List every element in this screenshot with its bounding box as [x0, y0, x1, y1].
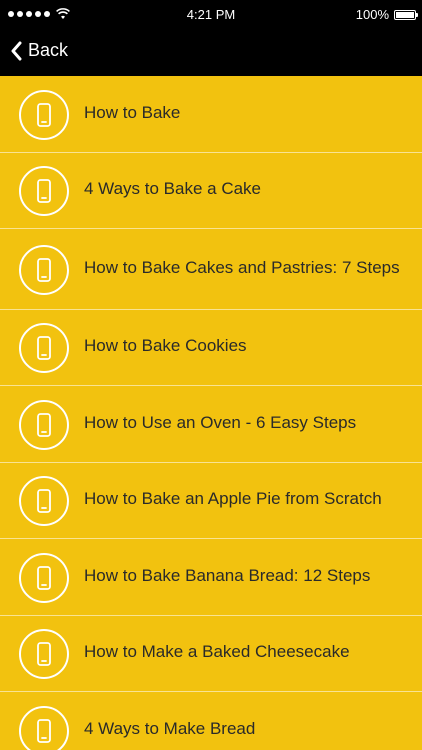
phone-icon: [19, 629, 69, 679]
list-item[interactable]: 4 Ways to Bake a Cake: [0, 153, 422, 229]
chevron-left-icon: [11, 41, 22, 60]
phone-icon: [19, 400, 69, 450]
list-item[interactable]: 4 Ways to Make Bread: [0, 692, 422, 750]
phone-icon: [19, 706, 69, 750]
list-item-label: How to Bake an Apple Pie from Scratch: [84, 489, 382, 508]
list-item[interactable]: How to Bake Cookies: [0, 310, 422, 386]
app-screen: 4:21 PM 100% Back How to Bake 4 Ways to B…: [0, 0, 422, 750]
list-item[interactable]: How to Use an Oven - 6 Easy Steps: [0, 386, 422, 463]
list-item-label: 4 Ways to Make Bread: [84, 719, 256, 738]
article-list: How to Bake 4 Ways to Bake a Cake How to B…: [0, 76, 422, 750]
back-button[interactable]: Back: [10, 40, 68, 61]
list-item-label: 4 Ways to Bake a Cake: [84, 179, 262, 198]
back-label: Back: [28, 40, 69, 60]
list-item[interactable]: How to Bake Cakes and Pastries: 7 Steps: [0, 229, 422, 310]
list-item-label: How to Make a Baked Cheesecake: [84, 642, 350, 661]
phone-icon: [19, 323, 69, 373]
phone-icon: [19, 245, 69, 295]
battery-icon: [394, 9, 418, 20]
battery-group: 100%: [355, 7, 418, 22]
status-bar: 4:21 PM 100%: [0, 0, 422, 30]
list-item-label: How to Use an Oven - 6 Easy Steps: [84, 413, 357, 432]
phone-icon: [19, 166, 69, 216]
phone-icon: [19, 90, 69, 140]
battery-percent: 100%: [355, 7, 389, 22]
list-item-label: How to Bake Cookies: [84, 336, 247, 355]
list-item[interactable]: How to Bake Banana Bread: 12 Steps: [0, 539, 422, 616]
phone-icon: [19, 553, 69, 603]
list-item-label: How to Bake: [84, 103, 181, 122]
list-item[interactable]: How to Bake: [0, 76, 422, 153]
list-item[interactable]: How to Bake an Apple Pie from Scratch: [0, 463, 422, 539]
list-item-label: How to Bake Banana Bread: 12 Steps: [84, 566, 371, 585]
nav-bar: Back: [0, 30, 422, 76]
list-item-label: How to Bake Cakes and Pastries: 7 Steps: [84, 258, 400, 277]
list-item[interactable]: How to Make a Baked Cheesecake: [0, 616, 422, 692]
phone-icon: [19, 476, 69, 526]
